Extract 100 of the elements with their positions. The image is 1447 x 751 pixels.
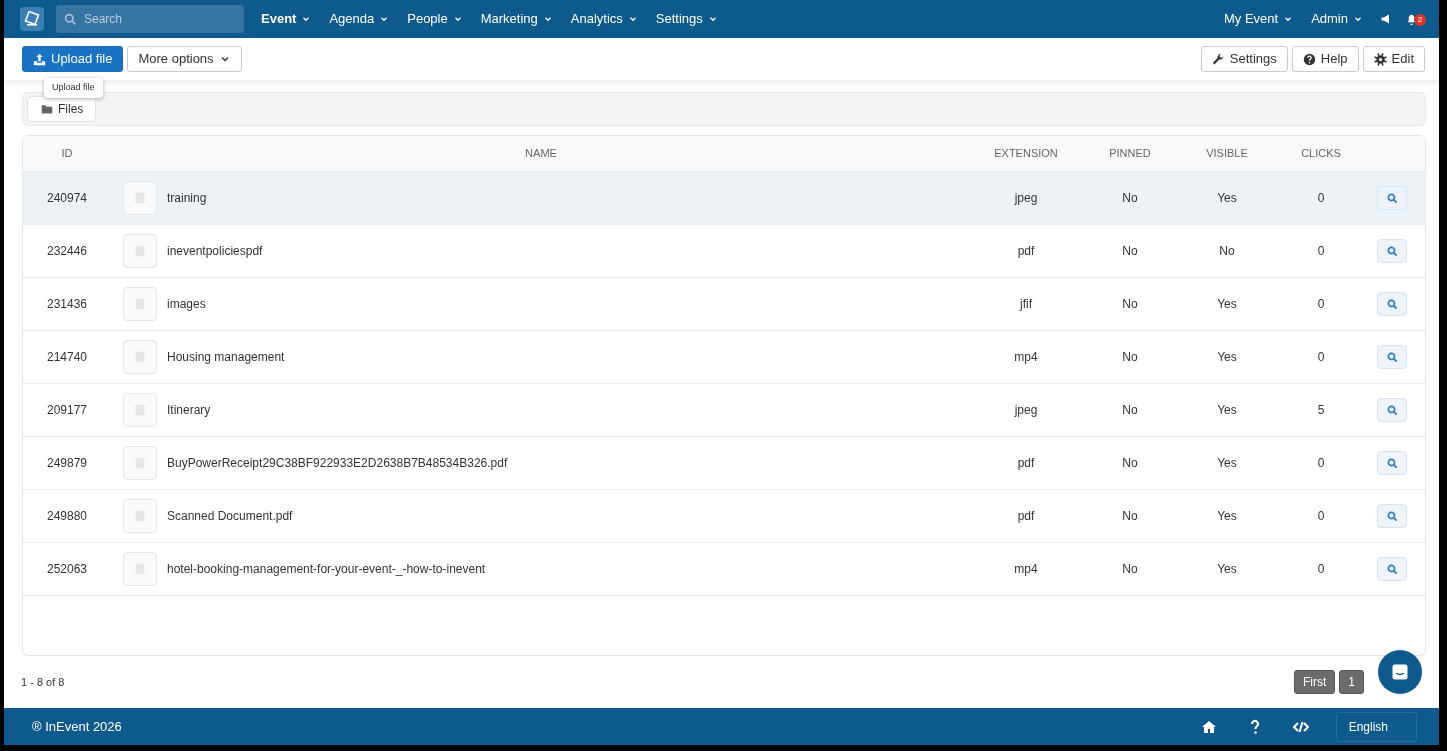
view-button[interactable] [1377, 557, 1407, 581]
search-icon [1386, 404, 1398, 416]
language-selector[interactable]: English [1335, 711, 1417, 742]
table-cell-text: images [167, 296, 206, 313]
table-cell: Yes [1217, 350, 1237, 364]
result-count: 1 - 8 of 8 [21, 674, 65, 690]
table-cell: 209177 [46, 403, 87, 417]
table-cell: No [1122, 350, 1138, 364]
table-cell: Yes [1217, 403, 1237, 417]
table-cell: pdf [1017, 456, 1035, 470]
settings-icon [1373, 52, 1387, 66]
table-cell: 231436 [46, 297, 87, 311]
nav-menu-item[interactable]: Agenda [320, 9, 399, 29]
table-cell: 0 [1317, 244, 1325, 258]
table-cell-text: Scanned Document.pdf [167, 508, 293, 525]
notification-count: 2 [1414, 14, 1426, 26]
view-button[interactable] [1377, 451, 1407, 475]
page-button[interactable]: First [1294, 670, 1336, 694]
file-thumbnail [123, 393, 157, 427]
table-cell: Yes [1217, 297, 1237, 311]
file-thumbnail [123, 499, 157, 533]
chat-button[interactable] [1378, 650, 1422, 694]
file-thumbnail [123, 446, 157, 480]
search-icon [1386, 351, 1398, 363]
table-cell-text: training [167, 190, 207, 207]
toolbar-button[interactable]: More options [127, 46, 242, 72]
column-header: EXTENSION [994, 147, 1058, 160]
search-field[interactable]: Search [56, 5, 244, 33]
table-cell: 5 [1317, 403, 1325, 417]
search-icon [1386, 245, 1398, 257]
nav-menu-item[interactable]: Marketing [471, 9, 562, 29]
folder-icon [40, 103, 54, 115]
table-cell: Yes [1217, 562, 1237, 576]
table-cell: pdf [1017, 244, 1035, 258]
nav-menu-item[interactable]: My Event [1214, 9, 1303, 29]
column-header: NAME [525, 147, 557, 160]
table-cell: mp4 [1014, 350, 1038, 364]
search-icon [1386, 457, 1398, 469]
search-icon [1386, 510, 1398, 522]
table-cell: 232446 [46, 244, 87, 258]
table-cell-text: Itinerary [167, 402, 211, 419]
table-cell: No [1122, 244, 1138, 258]
nav-menu-item[interactable]: Admin [1302, 9, 1372, 29]
table-cell: 0 [1317, 297, 1325, 311]
file-thumbnail [123, 340, 157, 374]
table-cell-text: Housing management [167, 349, 285, 366]
page-button[interactable]: 1 [1339, 670, 1364, 694]
column-header: PINNED [1109, 147, 1151, 160]
view-button[interactable] [1377, 398, 1407, 422]
table-cell: jfif [1020, 297, 1032, 311]
table-cell: No [1122, 562, 1138, 576]
help-icon [1302, 52, 1316, 66]
home-icon [1200, 718, 1217, 735]
column-header: VISIBLE [1206, 147, 1248, 160]
files-tab[interactable]: Files [27, 96, 97, 122]
toolbar-button[interactable]: Help [1291, 46, 1359, 72]
search-icon [1386, 563, 1398, 575]
table-cell: 0 [1317, 562, 1325, 576]
upload-button[interactable]: Upload file [22, 46, 124, 72]
file-thumbnail [123, 287, 157, 321]
file-thumbnail [123, 552, 157, 586]
table-cell: 0 [1317, 191, 1325, 205]
toolbar-button[interactable]: Settings [1200, 46, 1288, 72]
view-button[interactable] [1377, 345, 1407, 369]
view-button[interactable] [1377, 186, 1407, 210]
toolbar-button[interactable]: Edit [1362, 46, 1425, 72]
table-cell: No [1122, 191, 1138, 205]
table-cell: Yes [1217, 456, 1237, 470]
search-icon [1386, 192, 1398, 204]
table-cell: 0 [1317, 350, 1325, 364]
table-cell: No [1122, 509, 1138, 523]
table-cell: No [1219, 244, 1235, 258]
view-button[interactable] [1377, 239, 1407, 263]
column-header: ID [61, 147, 73, 160]
table-cell: 0 [1317, 509, 1325, 523]
bell-icon [1406, 14, 1417, 26]
table-cell: 214740 [46, 350, 87, 364]
view-button[interactable] [1377, 504, 1407, 528]
nav-menu-item[interactable]: Settings [646, 9, 727, 29]
table-cell: mp4 [1014, 562, 1038, 576]
nav-menu-item[interactable]: Event [252, 9, 321, 29]
table-cell: jpeg [1014, 403, 1038, 417]
upload-icon [33, 52, 46, 66]
tooltip: Upload file [44, 78, 103, 98]
table-cell: 249879 [46, 456, 87, 470]
table-cell-text: BuyPowerReceipt29C38BF922933E2D2638B7B48534B326.pdf [167, 455, 508, 472]
table-cell: No [1122, 403, 1138, 417]
nav-menu-item[interactable]: Analytics [561, 9, 647, 29]
table-cell: Yes [1217, 509, 1237, 523]
search-icon [1386, 298, 1398, 310]
file-thumbnail [123, 234, 157, 268]
table-cell: No [1122, 456, 1138, 470]
table-cell: pdf [1017, 509, 1035, 523]
table-cell-text: ineventpoliciespdf [167, 243, 263, 260]
view-button[interactable] [1377, 292, 1407, 316]
table-cell: 249880 [46, 509, 87, 523]
table-cell: jpeg [1014, 191, 1038, 205]
copyright-text: ® InEvent 2026 [32, 717, 122, 736]
logo-icon[interactable] [20, 7, 44, 31]
nav-menu-item[interactable]: People [398, 9, 472, 29]
